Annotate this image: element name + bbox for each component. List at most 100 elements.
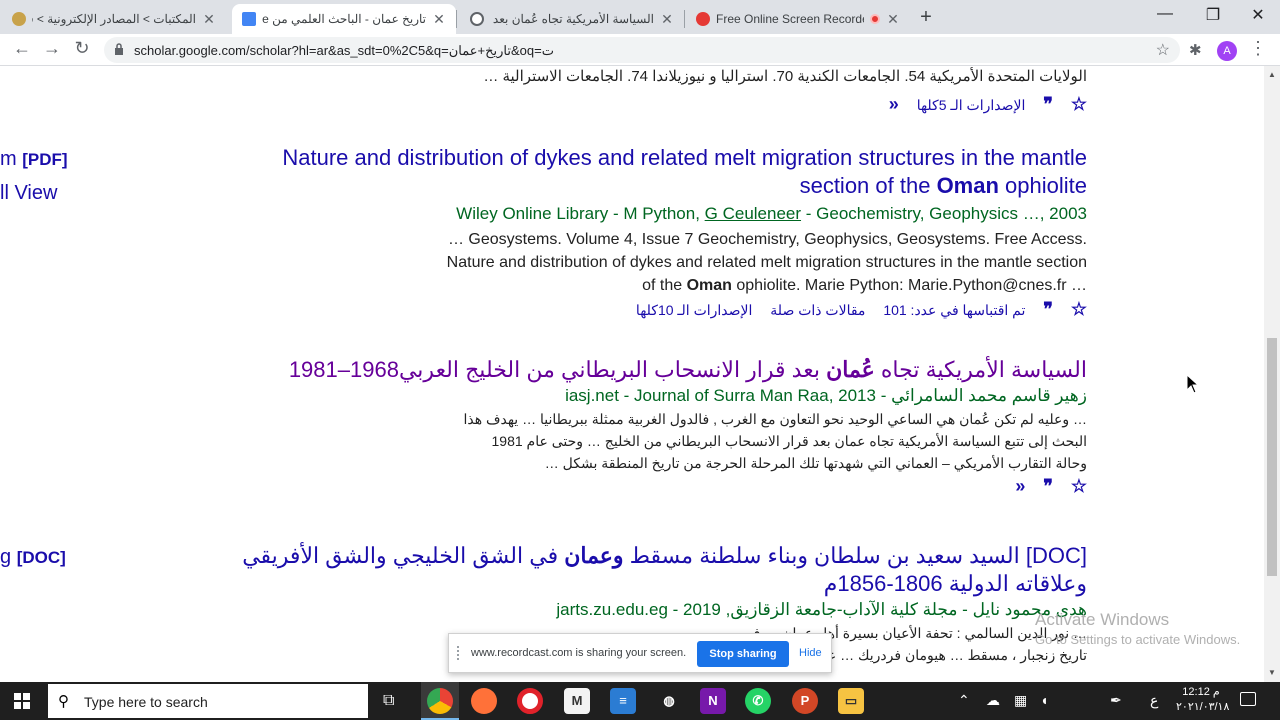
side-link-text: m bbox=[0, 148, 17, 170]
reload-button[interactable]: ↻ bbox=[70, 38, 94, 59]
extensions-puzzle-icon[interactable]: ✱ bbox=[1189, 41, 1202, 59]
mail-app-icon[interactable]: M bbox=[564, 688, 590, 714]
drag-handle-icon[interactable] bbox=[457, 646, 463, 660]
cite-quote-icon[interactable]: ❞ bbox=[1043, 299, 1053, 319]
side-doc-link[interactable]: g [DOC] bbox=[0, 546, 66, 569]
tray-overflow-chevron-icon[interactable]: ⌃ bbox=[958, 692, 970, 709]
close-window-button[interactable]: ✕ bbox=[1243, 5, 1273, 25]
back-button[interactable]: ← bbox=[10, 38, 34, 59]
title-bold-term: Oman bbox=[936, 173, 999, 198]
scroll-up-arrow-icon[interactable]: ▲ bbox=[1268, 70, 1276, 79]
result-title-link[interactable]: Nature and distribution of dykes and rel… bbox=[227, 144, 1087, 200]
all-versions-link[interactable]: الإصدارات الـ 5كلها bbox=[917, 97, 1026, 113]
close-tab-icon[interactable]: ✕ bbox=[432, 11, 446, 28]
close-tab-icon[interactable]: ✕ bbox=[886, 11, 900, 28]
media-app-icon[interactable]: ◍ bbox=[656, 688, 682, 714]
taskbar-search-box[interactable]: ⚲ Type here to search bbox=[48, 684, 368, 718]
page-scrollbar[interactable]: ▲ ▼ bbox=[1264, 66, 1280, 682]
tab-scholar[interactable]: تاريخ عمان - الباحث العلمي من Google ✕ bbox=[232, 4, 456, 34]
cloud-icon[interactable]: ☁ bbox=[986, 692, 1000, 709]
windows-taskbar: ⚲ Type here to search ⧉ M ≡ ◍ N ✆ P ▭ ⌃ … bbox=[0, 682, 1280, 720]
scholar-results-page: m [PDF] ll View g [DOC] الولايات المتحدة… bbox=[0, 66, 1264, 682]
result-snippet: … وعليه لم تكن عُمان هي الساعي الوحيد نح… bbox=[227, 408, 1087, 474]
snippet-bold-term: Oman bbox=[686, 277, 732, 294]
save-star-icon[interactable]: ☆ bbox=[1071, 94, 1087, 114]
volume-icon[interactable]: ◖ bbox=[1040, 692, 1048, 708]
hide-button[interactable]: Hide bbox=[799, 647, 822, 659]
clock-date: ٢٠٢١/٠٣/١٨ bbox=[1176, 701, 1230, 713]
new-tab-button[interactable]: + bbox=[914, 6, 938, 29]
windows-start-icon[interactable] bbox=[14, 693, 30, 709]
minimize-button[interactable]: — bbox=[1150, 5, 1180, 23]
browser-toolbar: ← → ↻ scholar.google.com/scholar?hl=ar&a… bbox=[0, 34, 1280, 66]
whatsapp-app-icon[interactable]: ✆ bbox=[745, 688, 771, 714]
notifications-icon[interactable] bbox=[1240, 692, 1256, 706]
firefox-app-icon[interactable] bbox=[471, 688, 497, 714]
tab-title: المكتبات > المصادر الإلكترونية > قـ bbox=[32, 12, 196, 26]
more-chevron-icon[interactable]: « bbox=[889, 94, 899, 114]
snippet-line: وحالة التقارب الأمريكي – العماني التي شه… bbox=[544, 455, 1087, 471]
input-language[interactable]: ع bbox=[1150, 692, 1158, 709]
related-articles-link[interactable]: مقالات ذات صلة bbox=[770, 302, 865, 318]
result-actions: ☆ ❞ الإصدارات الـ 5كلها « bbox=[227, 92, 1087, 117]
snippet-line: of the Oman ophiolite. Marie Python: Mar… bbox=[227, 274, 1087, 297]
powerpoint-app-icon[interactable]: P bbox=[792, 688, 818, 714]
tab-libraries[interactable]: المكتبات > المصادر الإلكترونية > قـ ✕ bbox=[2, 4, 226, 34]
result-actions: ☆ ❞ تم اقتباسها في عدد: 101 مقالات ذات ص… bbox=[227, 297, 1087, 322]
cite-quote-icon[interactable]: ❞ bbox=[1043, 94, 1053, 114]
save-star-icon[interactable]: ☆ bbox=[1071, 476, 1087, 496]
profile-avatar[interactable]: A bbox=[1217, 41, 1237, 61]
tab-separator bbox=[456, 10, 457, 28]
file-explorer-icon[interactable]: ▭ bbox=[838, 688, 864, 714]
maximize-button[interactable]: ❐ bbox=[1198, 5, 1228, 25]
tab-screen-recorder[interactable]: Free Online Screen Recorder ✕ bbox=[686, 4, 910, 34]
search-result: Nature and distribution of dykes and rel… bbox=[227, 144, 1087, 322]
snippet-line: … وعليه لم تكن عُمان هي الساعي الوحيد نح… bbox=[463, 411, 1087, 427]
save-star-icon[interactable]: ☆ bbox=[1071, 299, 1087, 319]
network-icon[interactable]: ▦ bbox=[1014, 692, 1027, 709]
taskbar-clock[interactable]: 12:12 م ٢٠٢١/٠٣/١٨ bbox=[1176, 685, 1230, 715]
title-text: السيد سعيد بن سلطان وبناء سلطنة مسقط bbox=[623, 543, 1026, 568]
scrollbar-thumb[interactable] bbox=[1267, 338, 1277, 576]
result-meta: Wiley Online Library - M Python, G Ceule… bbox=[227, 202, 1087, 226]
side-pdf-link[interactable]: m [PDF] bbox=[0, 148, 68, 171]
result-title-link[interactable]: [DOC] السيد سعيد بن سلطان وبناء سلطنة مس… bbox=[227, 542, 1087, 598]
result-title-link[interactable]: السياسة الأمريكية تجاه عُمان بعد قرار ال… bbox=[227, 356, 1087, 384]
cited-by-link[interactable]: تم اقتباسها في عدد: 101 bbox=[883, 302, 1025, 318]
search-icon: ⚲ bbox=[58, 693, 69, 710]
snippet-line: Nature and distribution of dykes and rel… bbox=[446, 254, 1087, 271]
meta-text: Wiley Online Library - M Python, bbox=[456, 204, 705, 223]
address-bar[interactable]: scholar.google.com/scholar?hl=ar&as_sdt=… bbox=[104, 37, 1180, 63]
task-view-icon[interactable]: ⧉ bbox=[383, 692, 394, 710]
bookmark-star-icon[interactable]: ☆ bbox=[1156, 40, 1170, 60]
onenote-app-icon[interactable]: N bbox=[700, 688, 726, 714]
pdf-tag: [PDF] bbox=[22, 150, 68, 169]
browser-menu-icon[interactable]: ⋮ bbox=[1249, 38, 1267, 59]
scroll-down-arrow-icon[interactable]: ▼ bbox=[1268, 668, 1276, 677]
snippet-line: … Geosystems. Volume 4, Issue 7 Geochemi… bbox=[447, 231, 1087, 248]
author-link[interactable]: G Ceuleneer bbox=[705, 204, 801, 223]
chrome-app-icon[interactable] bbox=[427, 688, 453, 714]
side-link-text: g bbox=[0, 546, 12, 568]
opera-app-icon[interactable] bbox=[517, 688, 543, 714]
stop-sharing-button[interactable]: Stop sharing bbox=[697, 641, 789, 667]
pen-icon[interactable]: ✒ bbox=[1110, 692, 1122, 709]
document-app-icon[interactable]: ≡ bbox=[610, 688, 636, 714]
forward-button[interactable]: → bbox=[40, 38, 64, 59]
url-text[interactable]: scholar.google.com/scholar?hl=ar&as_sdt=… bbox=[134, 43, 554, 59]
tab-us-policy[interactable]: السياسة الأمريكية تجاه عُمان بعد قرار ✕ bbox=[460, 4, 684, 34]
more-chevron-icon[interactable]: « bbox=[1015, 476, 1025, 496]
library-favicon-icon bbox=[12, 12, 26, 26]
title-text: ophiolite bbox=[998, 173, 1087, 198]
all-versions-link[interactable]: الإصدارات الـ 10كلها bbox=[636, 302, 752, 318]
globe-favicon-icon bbox=[470, 12, 484, 26]
meta-text: هدى محمود نايل - مجلة كلية الآداب-جامعة … bbox=[730, 600, 1087, 619]
side-full-view-link[interactable]: ll View bbox=[0, 182, 57, 205]
close-tab-icon[interactable]: ✕ bbox=[660, 11, 674, 28]
meta-text: - iasj.net - Journal of Surra Man Raa, 2… bbox=[565, 386, 892, 405]
close-tab-icon[interactable]: ✕ bbox=[202, 11, 216, 28]
cite-quote-icon[interactable]: ❞ bbox=[1043, 476, 1053, 496]
screen-share-bar: www.recordcast.com is sharing your scree… bbox=[448, 633, 832, 673]
clock-time: 12:12 م bbox=[1182, 686, 1220, 698]
result-snippet: الولايات المتحدة الأمريكية 54. الجامعات … bbox=[483, 68, 1087, 85]
